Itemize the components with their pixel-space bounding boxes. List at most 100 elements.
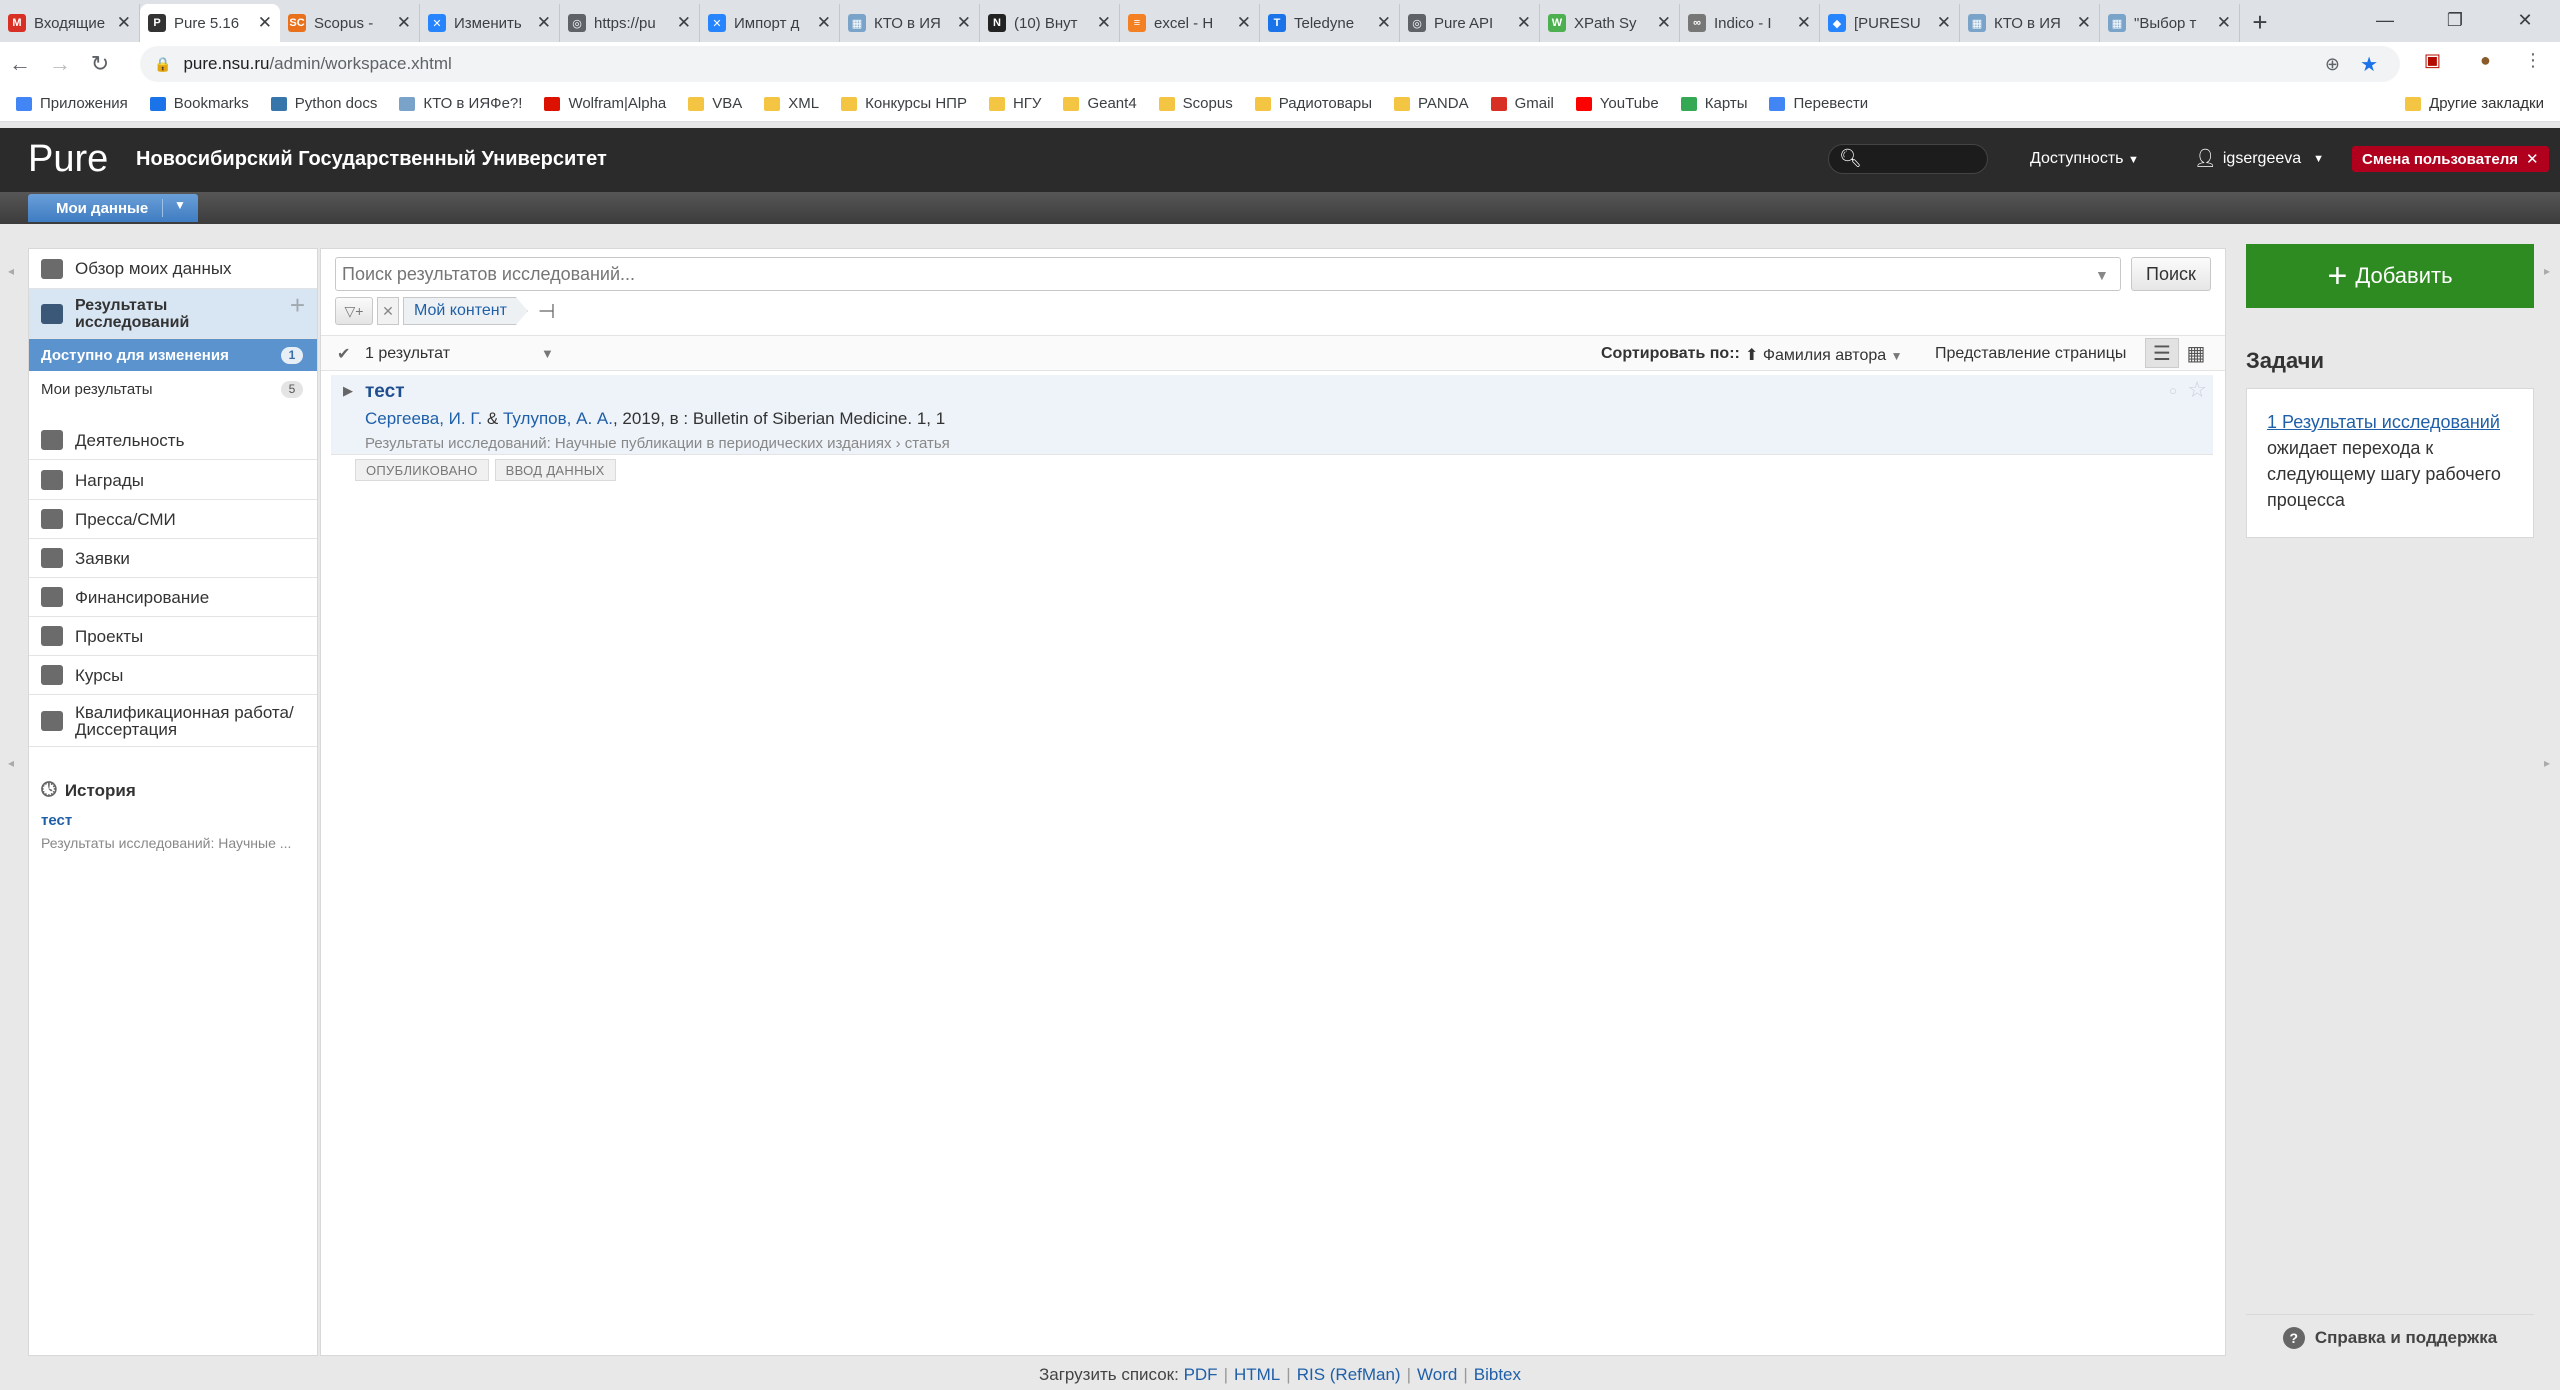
browser-tab[interactable]: ✕ Изменить ✕ <box>420 4 560 42</box>
close-tab-icon[interactable]: ✕ <box>677 13 691 33</box>
bookmark-item[interactable]: Bookmarks <box>149 95 249 112</box>
browser-tab[interactable]: ≡ excel - Н ✕ <box>1120 4 1260 42</box>
sidebar-item-research-results[interactable]: Результаты исследований + <box>29 289 317 339</box>
profile-avatar[interactable]: ● <box>2480 50 2491 71</box>
add-button[interactable]: + Добавить <box>2246 244 2534 308</box>
browser-tab[interactable]: ∞ Indico - I ✕ <box>1680 4 1820 42</box>
reload-icon[interactable]: ↻ <box>80 51 120 77</box>
list-view-icon[interactable]: ☰ <box>2145 338 2179 368</box>
expand-arrow-icon[interactable]: ▶ <box>343 383 353 399</box>
browser-tab[interactable]: N (10) Внут ✕ <box>980 4 1120 42</box>
sidebar-item-overview[interactable]: Обзор моих данных <box>29 249 317 289</box>
sidebar-item[interactable]: Квалификационная работа/ Диссертация <box>29 695 317 747</box>
author-link[interactable]: Тулупов, А. А. <box>503 409 613 428</box>
collapse-right-icon[interactable]: ▸ <box>2544 756 2550 770</box>
menu-icon[interactable]: ⋮ <box>2524 50 2542 71</box>
sidebar-item[interactable]: Деятельность <box>29 421 317 460</box>
close-tab-icon[interactable]: ✕ <box>817 13 831 33</box>
close-tab-icon[interactable]: ✕ <box>1097 13 1111 33</box>
download-link[interactable]: RIS (RefMan) <box>1297 1365 1401 1384</box>
sidebar-item[interactable]: Заявки <box>29 539 317 578</box>
favorite-star-icon[interactable]: ☆ <box>2187 377 2207 403</box>
search-input[interactable] <box>335 257 2121 291</box>
download-link[interactable]: Word <box>1417 1365 1457 1384</box>
browser-tab[interactable]: ◆ [PURESU ✕ <box>1820 4 1960 42</box>
sidebar-item-editable[interactable]: Доступно для изменения 1 <box>29 339 317 371</box>
download-link[interactable]: Bibtex <box>1474 1365 1521 1384</box>
collapse-left-icon[interactable]: ◂ <box>8 264 14 278</box>
bookmark-item[interactable]: Приложения <box>16 95 128 112</box>
new-tab-icon[interactable]: + <box>2240 4 2280 42</box>
zoom-icon[interactable]: ⊕ <box>2325 54 2340 75</box>
bookmark-item[interactable]: Конкурсы НПР <box>841 95 967 112</box>
author-link[interactable]: Сергеева, И. Г. <box>365 409 482 428</box>
help-support-link[interactable]: ? Справка и поддержка <box>2246 1314 2534 1360</box>
bookmark-item[interactable]: PANDA <box>1394 95 1469 112</box>
result-row[interactable]: ▶ тест Сергеева, И. Г. & Тулупов, А. А.,… <box>331 375 2213 455</box>
close-tab-icon[interactable]: ✕ <box>1657 13 1671 33</box>
bookmark-item[interactable]: Wolfram|Alpha <box>544 95 666 112</box>
browser-tab[interactable]: W XPath Sy ✕ <box>1540 4 1680 42</box>
browser-tab[interactable]: ◎ https://pu ✕ <box>560 4 700 42</box>
bookmark-item[interactable]: НГУ <box>988 95 1041 112</box>
bookmark-item[interactable]: Gmail <box>1490 95 1554 112</box>
grid-view-icon[interactable]: ▦ <box>2179 338 2213 368</box>
bookmark-star-icon[interactable]: ★ <box>2360 52 2378 77</box>
pure-logo[interactable]: Pure <box>28 138 108 181</box>
url-input[interactable]: 🔒 pure.nsu.ru/admin/workspace.xhtml ⊕ ★ <box>140 46 2400 82</box>
close-tab-icon[interactable]: ✕ <box>1937 13 1951 33</box>
sidebar-item[interactable]: Курсы <box>29 656 317 695</box>
restore-icon[interactable]: ❐ <box>2420 0 2490 40</box>
close-tab-icon[interactable]: ✕ <box>1517 13 1531 33</box>
search-dropdown-icon[interactable]: ▼ <box>2095 267 2109 283</box>
browser-tab[interactable]: ▦ КТО в ИЯ ✕ <box>1960 4 2100 42</box>
close-tab-icon[interactable]: ✕ <box>2217 13 2231 33</box>
browser-tab[interactable]: ▦ "Выбор т ✕ <box>2100 4 2240 42</box>
browser-tab[interactable]: ▦ КТО в ИЯ ✕ <box>840 4 980 42</box>
accessibility-menu[interactable]: Доступность ▼ <box>2030 150 2139 168</box>
close-tab-icon[interactable]: ✕ <box>1237 13 1251 33</box>
sidebar-item[interactable]: Награды <box>29 461 317 500</box>
filter-chip[interactable]: Мой контент <box>403 297 528 325</box>
back-icon[interactable]: ← <box>0 51 40 77</box>
minimize-icon[interactable]: — <box>2350 0 2420 40</box>
sidebar-item-my-results[interactable]: Мои результаты 5 <box>29 373 317 405</box>
close-tab-icon[interactable]: ✕ <box>117 13 131 33</box>
close-tab-icon[interactable]: ✕ <box>1377 13 1391 33</box>
bookmark-item[interactable]: VBA <box>688 95 742 112</box>
browser-tab[interactable]: M Входящие ✕ <box>0 4 140 42</box>
search-button[interactable]: Поиск <box>2131 257 2211 291</box>
result-title[interactable]: тест <box>365 381 405 403</box>
close-tab-icon[interactable]: ✕ <box>1797 13 1811 33</box>
caret-down-icon[interactable]: ▼ <box>174 198 186 212</box>
bookmark-item[interactable]: Перевести <box>1769 95 1868 112</box>
sidebar-item[interactable]: Пресса/СМИ <box>29 500 317 539</box>
collapse-left-icon[interactable]: ◂ <box>8 756 14 770</box>
bookmark-item[interactable]: XML <box>764 95 819 112</box>
pdf-extension-icon[interactable]: ▣ <box>2424 50 2441 71</box>
collapse-right-icon[interactable]: ▸ <box>2544 264 2550 278</box>
close-tab-icon[interactable]: ✕ <box>537 13 551 33</box>
bookmark-item[interactable]: Карты <box>1680 95 1747 112</box>
add-filter-icon[interactable]: ▽+ <box>335 297 373 325</box>
browser-tab[interactable]: T Teledyne ✕ <box>1260 4 1400 42</box>
pin-icon[interactable]: ⊣ <box>538 299 555 324</box>
select-all-icon[interactable]: ✔ <box>337 344 350 364</box>
other-bookmarks[interactable]: Другие закладки <box>2405 95 2544 112</box>
history-link[interactable]: тест <box>41 812 291 829</box>
bookmark-item[interactable]: Scopus <box>1158 95 1233 112</box>
close-tab-icon[interactable]: ✕ <box>397 13 411 33</box>
my-data-button[interactable]: Мои данные ▼ <box>28 194 198 222</box>
bookmark-item[interactable]: КТО в ИЯФе?! <box>399 95 522 112</box>
add-result-icon[interactable]: + <box>290 292 305 318</box>
close-window-icon[interactable]: ✕ <box>2490 0 2560 40</box>
header-search-input[interactable]: 🔍︎ <box>1828 144 1988 174</box>
user-menu[interactable]: 👤︎ igsergeeva ▼ <box>2194 148 2324 169</box>
remove-filter-icon[interactable]: ✕ <box>377 297 399 325</box>
download-link[interactable]: PDF <box>1184 1365 1218 1384</box>
sidebar-item[interactable]: Финансирование <box>29 578 317 617</box>
switch-user-button[interactable]: Смена пользователя ✕ <box>2352 146 2549 172</box>
browser-tab[interactable]: ◎ Pure API ✕ <box>1400 4 1540 42</box>
sort-select[interactable]: ⬆ Фамилия автора ▼ <box>1745 345 1902 365</box>
close-tab-icon[interactable]: ✕ <box>258 13 272 33</box>
